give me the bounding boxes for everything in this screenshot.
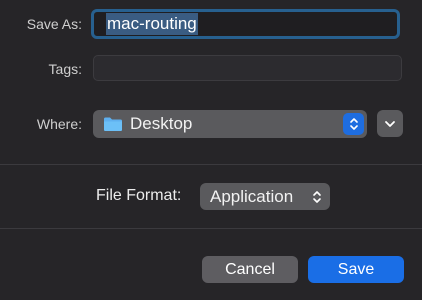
- save-as-label: Save As:: [26, 16, 82, 32]
- folder-icon: [103, 116, 123, 132]
- where-label: Where:: [36, 116, 82, 132]
- chevron-down-icon: [384, 115, 396, 133]
- up-down-chevron-icon: [343, 113, 364, 135]
- file-format-value: Application: [210, 186, 294, 206]
- file-format-popup[interactable]: Application: [200, 183, 330, 210]
- file-format-label: File Format:: [96, 187, 182, 204]
- save-dialog: Save As: mac-routing Tags: Where: Deskto…: [0, 0, 422, 300]
- tags-input[interactable]: [93, 55, 402, 81]
- divider: [0, 228, 422, 229]
- divider: [0, 164, 422, 165]
- up-down-chevron-icon: [307, 186, 326, 207]
- tags-label: Tags:: [48, 61, 82, 77]
- file-name-input[interactable]: mac-routing: [91, 9, 400, 39]
- expand-dialog-button[interactable]: [377, 110, 403, 137]
- file-name-text: mac-routing: [106, 13, 198, 35]
- where-value: Desktop: [130, 114, 193, 133]
- cancel-button[interactable]: Cancel: [202, 256, 298, 283]
- where-popup[interactable]: Desktop: [93, 110, 367, 138]
- save-button[interactable]: Save: [308, 256, 404, 283]
